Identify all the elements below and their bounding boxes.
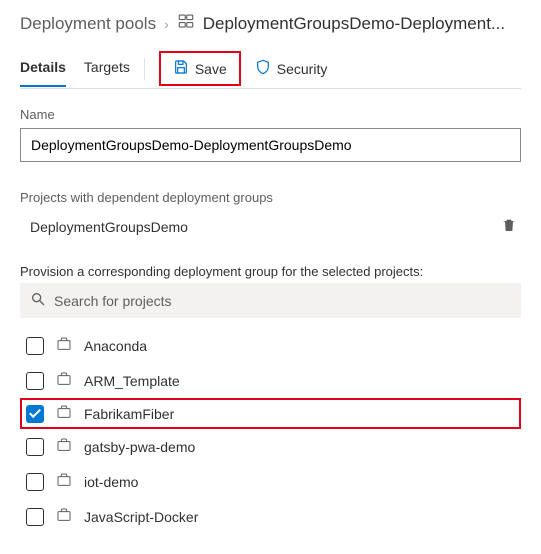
- briefcase-icon: [56, 371, 72, 390]
- project-row-gatsby[interactable]: gatsby-pwa-demo: [20, 429, 521, 464]
- project-row-arm-template[interactable]: ARM_Template: [20, 363, 521, 398]
- project-name: JavaScript-Docker: [84, 509, 198, 525]
- project-row-fabrikamfiber[interactable]: FabrikamFiber: [20, 398, 521, 429]
- project-row-anaconda[interactable]: Anaconda: [20, 328, 521, 363]
- briefcase-icon: [56, 336, 72, 355]
- checkbox-checked[interactable]: [26, 405, 44, 423]
- project-row-js-docker[interactable]: JavaScript-Docker: [20, 499, 521, 534]
- briefcase-icon: [56, 404, 72, 423]
- search-box[interactable]: [20, 283, 521, 318]
- dependent-project-row: DeploymentGroupsDemo: [20, 211, 521, 242]
- security-label: Security: [277, 61, 328, 77]
- save-button[interactable]: Save: [165, 55, 235, 82]
- provision-label: Provision a corresponding deployment gro…: [20, 264, 521, 279]
- shield-icon: [255, 59, 271, 78]
- breadcrumb: Deployment pools › DeploymentGroupsDemo-…: [20, 12, 521, 35]
- checkbox[interactable]: [26, 508, 44, 526]
- checkbox[interactable]: [26, 438, 44, 456]
- name-input[interactable]: [20, 128, 521, 162]
- briefcase-icon: [56, 437, 72, 456]
- tab-details[interactable]: Details: [20, 51, 66, 87]
- chevron-right-icon: ›: [164, 16, 169, 32]
- checkbox[interactable]: [26, 337, 44, 355]
- dependent-label: Projects with dependent deployment group…: [20, 190, 521, 205]
- save-label: Save: [195, 61, 227, 77]
- save-icon: [173, 59, 189, 78]
- project-row-fabrikamfiber-highlight: FabrikamFiber: [20, 398, 521, 429]
- delete-icon[interactable]: [501, 217, 517, 236]
- project-name: FabrikamFiber: [84, 406, 174, 422]
- search-icon: [30, 291, 46, 310]
- checkbox[interactable]: [26, 372, 44, 390]
- breadcrumb-parent[interactable]: Deployment pools: [20, 14, 156, 34]
- project-name: iot-demo: [84, 474, 138, 490]
- tab-targets[interactable]: Targets: [84, 51, 130, 87]
- security-button[interactable]: Security: [247, 55, 336, 82]
- tabs: Details Targets: [20, 51, 130, 87]
- breadcrumb-current: DeploymentGroupsDemo-Deployment...: [203, 14, 505, 34]
- project-name: ARM_Template: [84, 373, 180, 389]
- project-name: gatsby-pwa-demo: [84, 439, 195, 455]
- checkbox[interactable]: [26, 473, 44, 491]
- deployment-pool-icon: [177, 12, 195, 35]
- search-input[interactable]: [54, 293, 511, 309]
- project-list: Anaconda ARM_Template FabrikamFiber gats…: [20, 328, 521, 534]
- project-row-iot-demo[interactable]: iot-demo: [20, 464, 521, 499]
- project-name: Anaconda: [84, 338, 147, 354]
- briefcase-icon: [56, 507, 72, 526]
- save-highlight: Save: [159, 51, 241, 86]
- name-label: Name: [20, 107, 521, 122]
- separator: [144, 58, 145, 80]
- toolbar: Details Targets Save Security: [20, 49, 521, 89]
- dependent-project-name: DeploymentGroupsDemo: [30, 219, 188, 235]
- briefcase-icon: [56, 472, 72, 491]
